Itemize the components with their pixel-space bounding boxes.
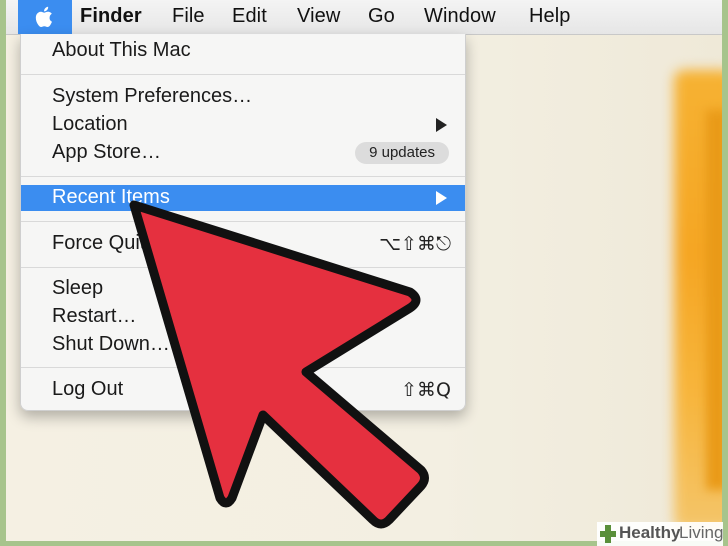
watermark-word-healthy: Healthy — [619, 523, 681, 542]
healthy-living-cross-icon — [600, 525, 616, 543]
healthy-living-watermark: Healthy Living — [597, 522, 723, 546]
watermark-word-living: Living — [679, 523, 724, 542]
desktop-background: Finder File Edit View Go Window Help Abo… — [6, 0, 722, 541]
red-pointer-arrow-icon — [129, 200, 429, 529]
